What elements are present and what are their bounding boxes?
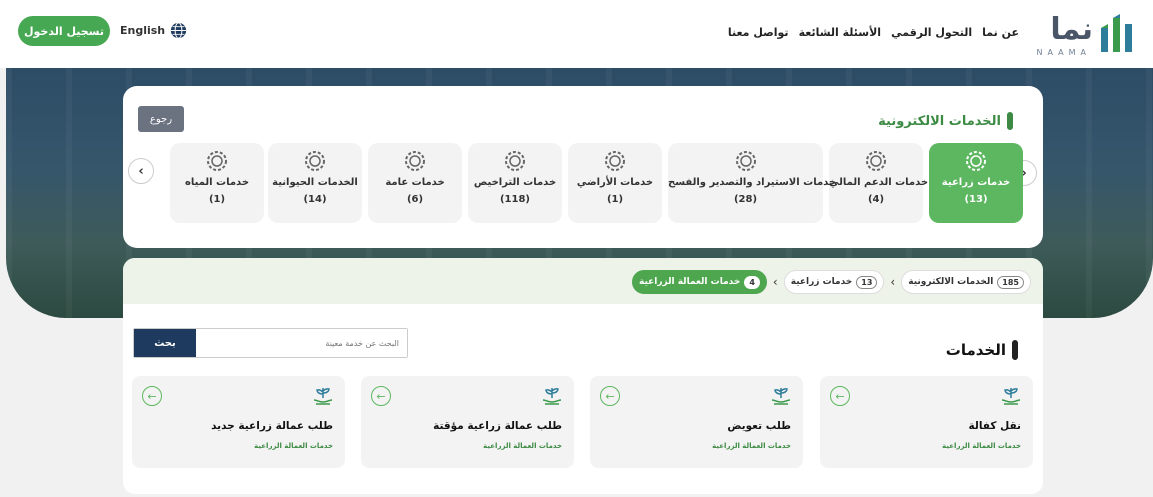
service-card[interactable]: ← نقل كفالة خدمات العمالة الزراعية <box>820 376 1033 468</box>
service-title: طلب عمالة زراعية مؤقتة <box>433 420 562 432</box>
heading-accent-bar <box>1012 340 1018 360</box>
category-count: (13) <box>964 194 988 205</box>
category-count: (118) <box>499 194 530 205</box>
breadcrumb-label: الخدمات الالكترونية <box>908 277 994 287</box>
category-count: (28) <box>733 194 758 205</box>
category-name: خدمات التراخيص <box>473 177 557 188</box>
logo-mark-icon <box>1101 14 1132 52</box>
nav-digital[interactable]: التحول الرقمي <box>891 26 972 39</box>
heading-accent-bar <box>1007 112 1013 130</box>
category-water[interactable]: خدمات المياه (1) <box>170 143 264 223</box>
gear-icon <box>605 151 625 171</box>
arrow-left-icon[interactable]: ← <box>142 386 162 406</box>
globe-icon <box>170 22 187 39</box>
services-heading: الخدمات <box>946 340 1018 360</box>
arrow-left-icon[interactable]: ← <box>600 386 620 406</box>
gear-icon <box>966 151 986 171</box>
language-label: English <box>120 24 166 37</box>
breadcrumb-agri-labor[interactable]: 4 خدمات العمالة الزراعية <box>631 270 767 294</box>
category-name: خدمات الأراضي <box>576 177 654 188</box>
category-name: خدمات الدعم المالي <box>829 177 929 188</box>
breadcrumb-agricultural[interactable]: 13 خدمات زراعية <box>783 270 885 294</box>
category-animal[interactable]: الخدمات الحيوانية (14) <box>268 143 362 223</box>
gear-icon <box>305 151 325 171</box>
chevron-left-icon: ‹ <box>772 275 778 289</box>
nav-faq[interactable]: الأسئلة الشائعة <box>799 26 882 39</box>
eservices-title: الخدمات الالكترونية <box>878 113 1001 129</box>
service-title: طلب عمالة زراعية جديد <box>211 420 333 432</box>
gear-icon <box>207 151 227 171</box>
service-card[interactable]: ← طلب عمالة زراعية مؤقتة خدمات العمالة ا… <box>361 376 574 468</box>
category-lands[interactable]: خدمات الأراضي (1) <box>568 143 662 223</box>
login-button[interactable]: تسجيل الدخول <box>18 16 110 46</box>
category-name: خدمات عامة <box>385 177 445 188</box>
service-category: خدمات العمالة الزراعية <box>483 442 562 450</box>
category-licenses[interactable]: خدمات التراخيص (118) <box>468 143 562 223</box>
category-general[interactable]: خدمات عامة (6) <box>368 143 462 223</box>
service-title: نقل كفالة <box>968 420 1021 432</box>
chevron-left-icon: ‹ <box>138 163 144 179</box>
top-navbar: نما NAAMA عن نما التحول الرقمي الأسئلة ا… <box>0 0 1153 68</box>
arrow-left-icon[interactable]: ← <box>371 386 391 406</box>
service-title: طلب تعويض <box>727 420 791 432</box>
search-input[interactable] <box>196 329 407 357</box>
gear-icon <box>405 151 425 171</box>
breadcrumb: 185 الخدمات الالكترونية ‹ 13 خدمات زراعي… <box>631 270 1031 294</box>
category-count: (1) <box>208 194 226 205</box>
breadcrumb-count: 185 <box>997 275 1024 289</box>
category-import-export[interactable]: خدمات الاستيراد والتصدير والفسح (28) <box>668 143 837 223</box>
breadcrumb-bar: 185 الخدمات الالكترونية ‹ 13 خدمات زراعي… <box>123 258 1043 304</box>
nav-contact[interactable]: تواصل معنا <box>728 26 789 39</box>
main-nav: عن نما التحول الرقمي الأسئلة الشائعة توا… <box>728 26 1019 39</box>
category-agricultural[interactable]: خدمات زراعية (13) <box>929 143 1023 223</box>
service-category: خدمات العمالة الزراعية <box>942 442 1021 450</box>
services-title: الخدمات <box>945 341 1006 359</box>
language-switch[interactable]: English <box>120 22 187 39</box>
category-count: (4) <box>867 194 885 205</box>
carousel-prev-button[interactable]: ‹ <box>128 158 154 184</box>
eservices-panel: الخدمات الالكترونية رجوع › ‹ خدمات زراعي… <box>123 86 1043 248</box>
chevron-left-icon: ‹ <box>890 275 896 289</box>
eservices-heading: الخدمات الالكترونية <box>878 112 1013 130</box>
search-button[interactable]: بحث <box>134 329 196 357</box>
gear-icon <box>735 151 756 171</box>
category-name: خدمات المياه <box>184 177 250 188</box>
service-category: خدمات العمالة الزراعية <box>712 442 791 450</box>
breadcrumb-eservices[interactable]: 185 الخدمات الالكترونية <box>901 270 1031 294</box>
logo-latin: NAAMA <box>1036 48 1091 57</box>
service-category: خدمات العمالة الزراعية <box>254 442 333 450</box>
plant-hand-icon <box>313 388 333 405</box>
plant-hand-icon <box>771 388 791 405</box>
search-box: بحث <box>133 328 408 358</box>
gear-icon <box>505 151 525 171</box>
naama-logo[interactable]: نما NAAMA <box>1025 10 1135 60</box>
logo-text: نما <box>1050 12 1093 47</box>
breadcrumb-label: خدمات العمالة الزراعية <box>638 277 741 287</box>
gear-icon <box>866 151 886 171</box>
service-card[interactable]: ← طلب تعويض خدمات العمالة الزراعية <box>590 376 803 468</box>
services-panel: 185 الخدمات الالكترونية ‹ 13 خدمات زراعي… <box>123 258 1043 494</box>
category-financial[interactable]: خدمات الدعم المالي (4) <box>829 143 929 223</box>
nav-about[interactable]: عن نما <box>982 26 1019 39</box>
arrow-left-icon[interactable]: ← <box>830 386 850 406</box>
service-card[interactable]: ← طلب عمالة زراعية جديد خدمات العمالة ال… <box>132 376 345 468</box>
category-count: (6) <box>406 194 424 205</box>
category-count: (14) <box>303 194 327 205</box>
back-button[interactable]: رجوع <box>138 106 184 132</box>
plant-hand-icon <box>1001 388 1021 405</box>
category-count: (1) <box>606 194 624 205</box>
plant-hand-icon <box>542 388 562 405</box>
category-name: خدمات زراعية <box>941 177 1011 188</box>
breadcrumb-count: 4 <box>744 275 760 289</box>
category-name: الخدمات الحيوانية <box>272 177 358 188</box>
category-name: خدمات الاستيراد والتصدير والفسح <box>668 177 837 188</box>
breadcrumb-count: 13 <box>856 275 878 289</box>
breadcrumb-label: خدمات زراعية <box>790 277 853 287</box>
